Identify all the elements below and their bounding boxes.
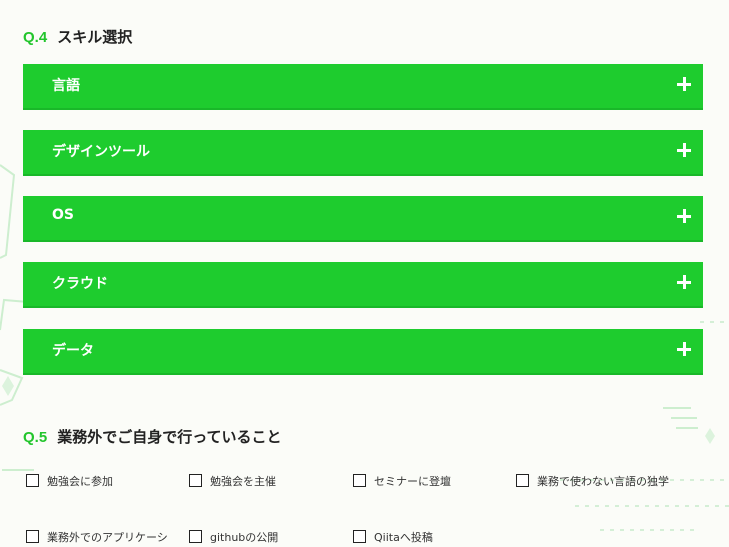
checkbox[interactable] [353,474,366,487]
checkbox-label: Qiitaへ投稿 [374,531,433,544]
accordion-data[interactable]: データ [23,329,703,375]
question-number: Q.4 [23,29,48,46]
checkbox[interactable] [353,530,366,543]
question-number: Q.5 [23,429,48,446]
question-4-heading: Q.4 スキル選択 [23,26,132,47]
checkbox-github-public[interactable]: githubの公開 [189,529,344,546]
checkbox-qiita-post[interactable]: Qiitaへ投稿 [353,529,508,546]
plus-icon[interactable] [677,342,691,356]
checkbox-label: 勉強会に参加 [47,475,113,488]
accordion-label: クラウド [52,276,108,292]
question-5-heading: Q.5 業務外でご自身で行っていること [23,426,281,447]
checkbox[interactable] [26,530,39,543]
plus-icon[interactable] [677,77,691,91]
checkbox[interactable] [189,474,202,487]
checkbox-seminar-speaker[interactable]: セミナーに登壇 [353,473,508,490]
accordion-label: 言語 [52,78,80,94]
checkbox-label: 業務で使わない言語の独学 [537,475,669,488]
checkbox-label: セミナーに登壇 [374,475,451,488]
plus-icon[interactable] [677,143,691,157]
accordion-label: データ [52,343,94,359]
checkbox[interactable] [26,474,39,487]
checkbox-label: githubの公開 [210,531,279,544]
accordion-label: OS [52,207,74,223]
checkbox-attend-study-group[interactable]: 勉強会に参加 [26,473,181,490]
question-title: 業務外でご自身で行っていること [57,428,282,446]
checkbox-side-app[interactable]: 業務外でのアプリケーシ [26,529,181,546]
checkbox[interactable] [189,530,202,543]
checkbox-label: 勉強会を主催 [210,475,276,488]
accordion-cloud[interactable]: クラウド [23,262,703,308]
checkbox-self-study-language[interactable]: 業務で使わない言語の独学 [516,473,671,490]
accordion-os[interactable]: OS [23,196,703,242]
checkbox[interactable] [516,474,529,487]
checkbox-host-study-group[interactable]: 勉強会を主催 [189,473,344,490]
checkbox-label: 業務外でのアプリケーシ [47,531,168,544]
skill-form: Q.4 スキル選択 言語 デザインツール OS クラウド データ Q.5 業務外… [0,0,729,547]
accordion-label: デザインツール [52,144,150,160]
question-title: スキル選択 [57,28,133,46]
accordion-design-tools[interactable]: デザインツール [23,130,703,176]
plus-icon[interactable] [677,275,691,289]
accordion-language[interactable]: 言語 [23,64,703,110]
plus-icon[interactable] [677,209,691,223]
